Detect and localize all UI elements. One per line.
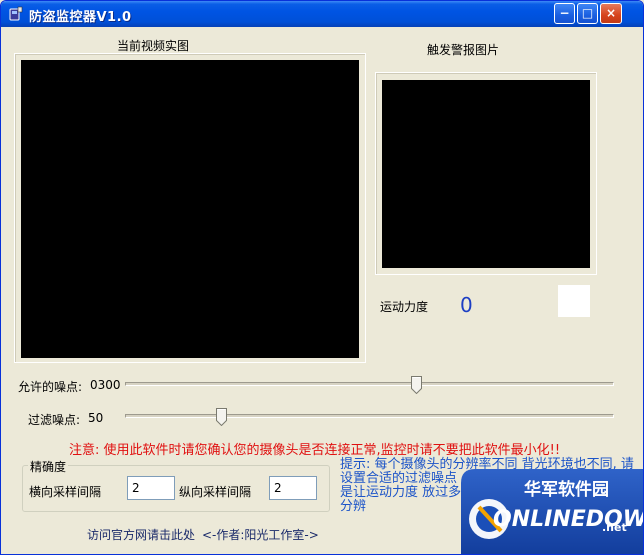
motion-indicator-box — [558, 285, 590, 317]
title-bar[interactable]: 防盗监控器V1.0 − □ × — [1, 1, 643, 27]
allowed-noise-value: 0300 — [90, 378, 121, 392]
warning-notice: 注意: 使用此软件时请您确认您的摄像头是否连接正常,监控时请不要把此软件最小化!… — [69, 443, 561, 458]
video-panel-title: 当前视频实图 — [117, 39, 190, 53]
alarm-image-view — [382, 80, 590, 268]
filter-noise-slider-thumb[interactable] — [216, 408, 227, 426]
window-title: 防盗监控器V1.0 — [29, 10, 132, 25]
filter-noise-label: 过滤噪点: — [28, 413, 81, 427]
allowed-noise-slider[interactable] — [125, 382, 614, 386]
filter-noise-slider[interactable] — [125, 414, 614, 418]
filter-noise-value: 50 — [88, 411, 104, 425]
main-window: 防盗监控器V1.0 − □ × 当前视频实图 触发警报图片 运动力度 0 允许的… — [0, 0, 644, 555]
watermark-brand-cn: 华军软件园 — [524, 480, 609, 500]
close-button[interactable]: × — [600, 3, 622, 24]
app-icon — [9, 6, 23, 21]
watermark-brand-suffix: .net — [602, 521, 627, 534]
precision-group-title: 精确度 — [28, 458, 69, 475]
horizontal-sampling-input[interactable] — [127, 476, 175, 500]
vertical-sampling-label: 纵向采样间隔 — [179, 485, 252, 499]
vertical-sampling-input[interactable] — [269, 476, 317, 500]
minimize-button[interactable]: − — [554, 3, 575, 24]
motion-strength-label: 运动力度 — [380, 300, 429, 314]
official-site-link[interactable]: 访问官方网请击此处 — [87, 526, 195, 543]
motion-strength-value: 0 — [460, 293, 473, 317]
maximize-button[interactable]: □ — [577, 3, 598, 24]
allowed-noise-label: 允许的噪点: — [18, 380, 83, 394]
live-video-view — [21, 60, 359, 358]
horizontal-sampling-label: 横向采样间隔 — [29, 485, 102, 499]
alarm-panel-title: 触发警报图片 — [427, 43, 500, 57]
allowed-noise-slider-thumb[interactable] — [411, 376, 422, 394]
author-credit: <-作者:阳光工作室-> — [202, 528, 319, 542]
